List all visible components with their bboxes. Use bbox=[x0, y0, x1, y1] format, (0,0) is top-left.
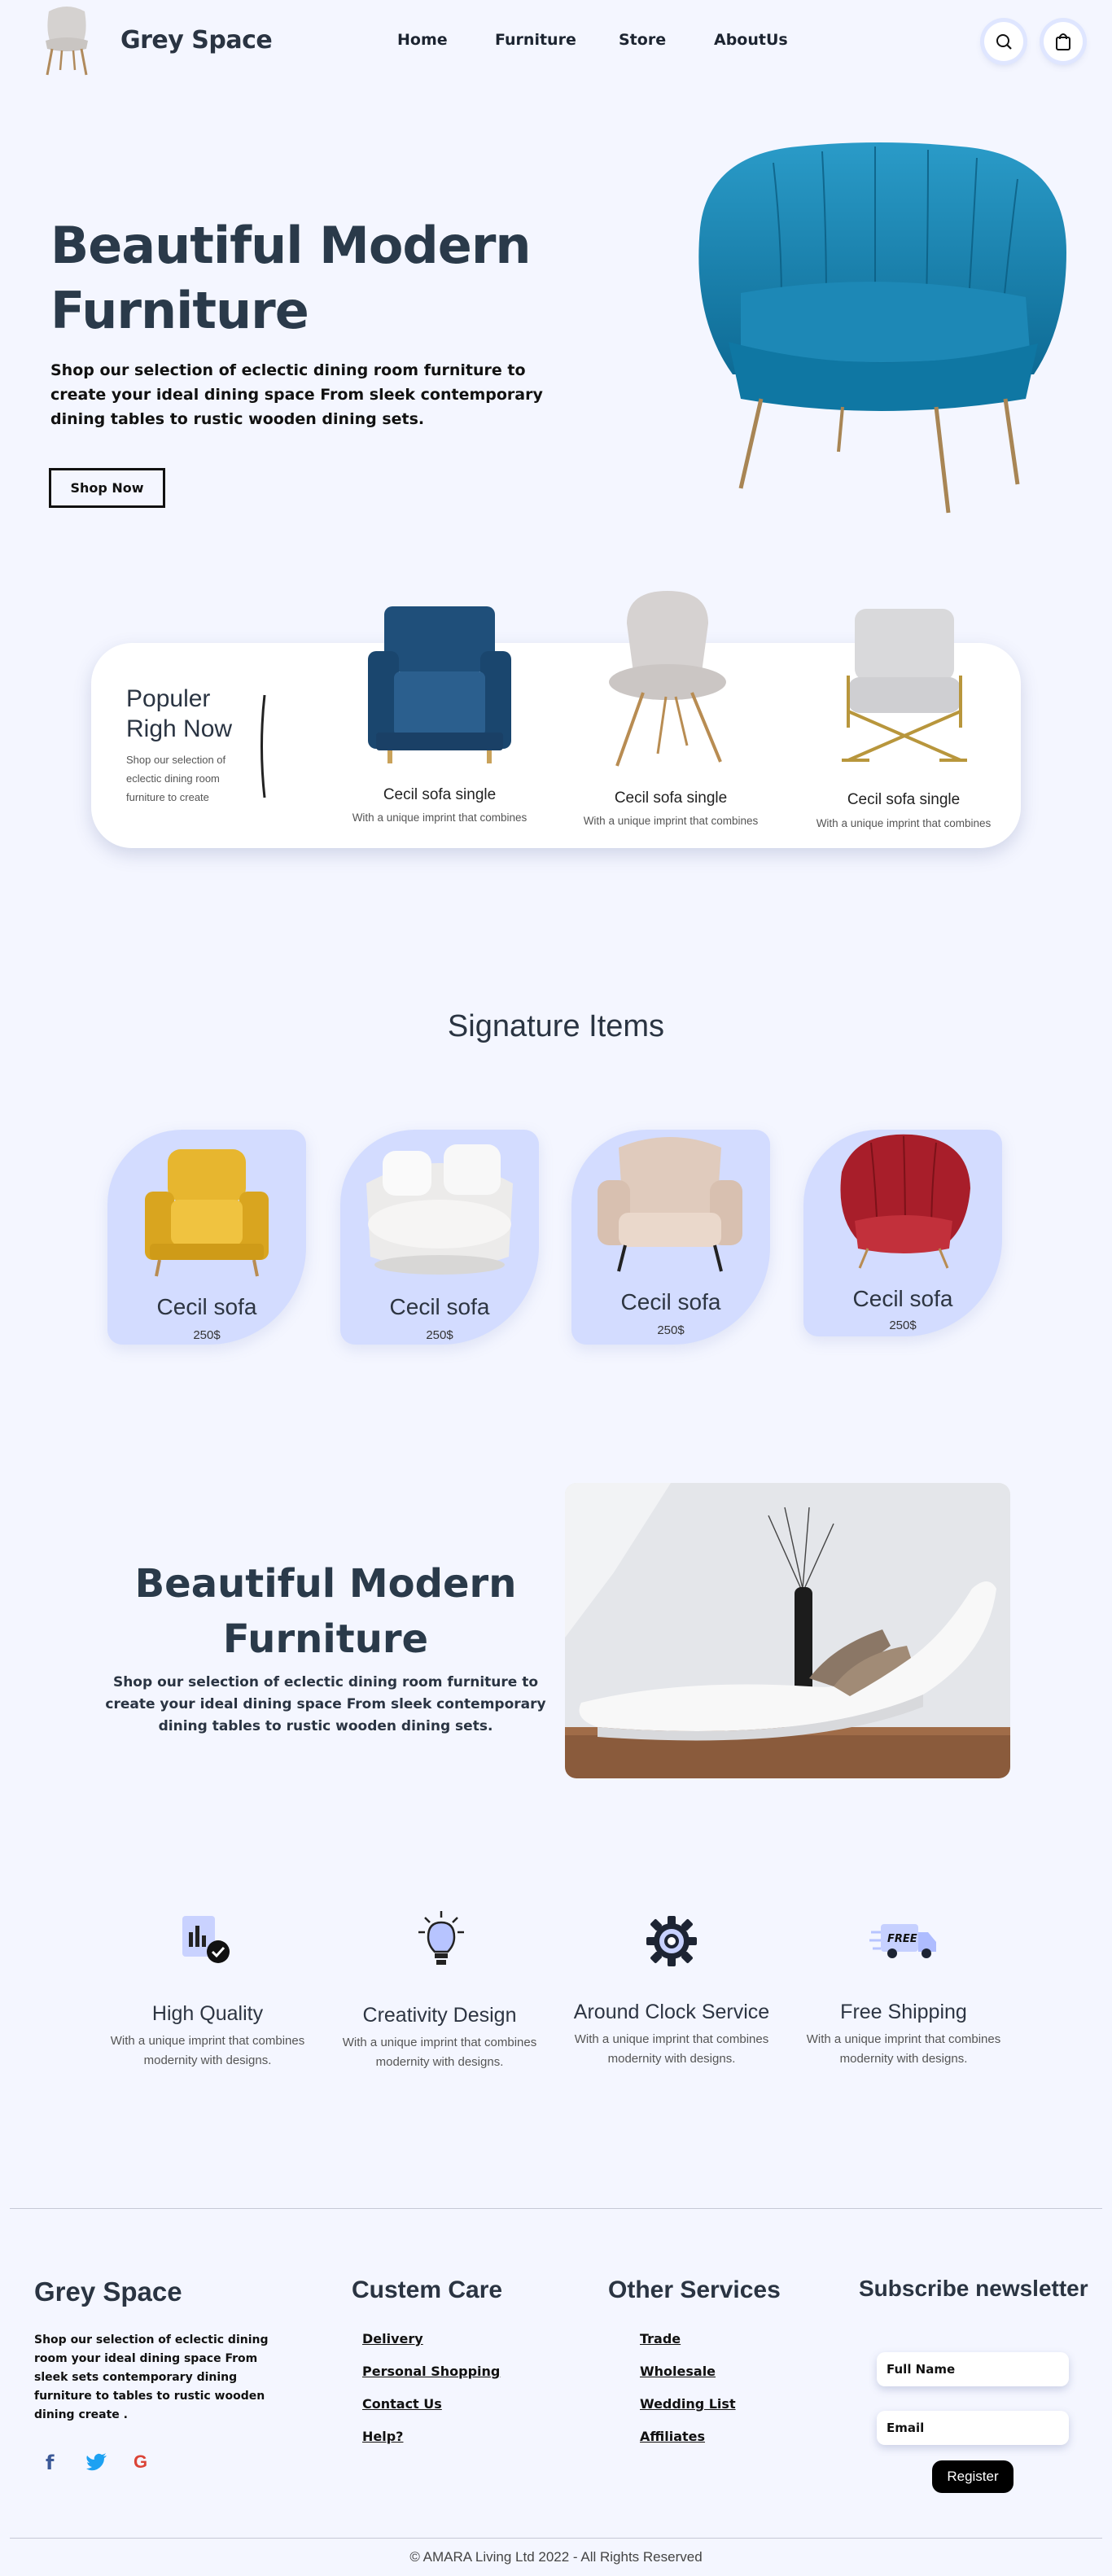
footer-brand: Grey Space bbox=[34, 2276, 182, 2307]
feature-desc: With a unique imprint that combines mode… bbox=[806, 2032, 1001, 2066]
nav-aboutus[interactable]: AboutUs bbox=[714, 31, 788, 49]
hero-armchair-image bbox=[684, 138, 1075, 521]
popular-item-image[interactable] bbox=[360, 602, 519, 765]
custem-care-heading: Custem Care bbox=[352, 2276, 503, 2303]
shop-now-button[interactable]: Shop Now bbox=[49, 468, 165, 508]
feature-desc: With a unique imprint that combines mode… bbox=[110, 2034, 305, 2067]
signature-heading: Signature Items bbox=[447, 1009, 665, 1043]
signature-item-price: 250$ bbox=[193, 1328, 221, 1342]
signature-item-name[interactable]: Cecil sofa bbox=[571, 1289, 770, 1315]
footer-link-contact-us[interactable]: Contact Us bbox=[362, 2396, 442, 2412]
feature-desc: With a unique imprint that combines mode… bbox=[574, 2032, 769, 2066]
footer-link-trade[interactable]: Trade bbox=[640, 2331, 681, 2346]
signature-item-name[interactable]: Cecil sofa bbox=[803, 1286, 1002, 1312]
truck-icon: FREE bbox=[869, 1921, 938, 1962]
footer-link-delivery[interactable]: Delivery bbox=[362, 2331, 423, 2346]
footer-link-help[interactable]: Help? bbox=[362, 2429, 403, 2444]
signature-item-name[interactable]: Cecil sofa bbox=[107, 1294, 306, 1320]
nav-home[interactable]: Home bbox=[397, 31, 448, 49]
feature-title: Around Clock Service bbox=[573, 2001, 770, 2023]
feature-desc: With a unique imprint that combines mode… bbox=[342, 2036, 537, 2069]
popular-item-image[interactable] bbox=[602, 591, 733, 770]
popular-item-name[interactable]: Cecil sofa single bbox=[798, 791, 1009, 809]
footer-link-wedding-list[interactable]: Wedding List bbox=[640, 2396, 736, 2412]
footer-link-personal-shopping[interactable]: Personal Shopping bbox=[362, 2364, 500, 2379]
promo-subtitle: Shop our selection of eclectic dining ro… bbox=[105, 1674, 546, 1734]
signature-item-price: 250$ bbox=[657, 1323, 685, 1337]
popular-item-desc: With a unique imprint that combines bbox=[816, 817, 992, 829]
footer-divider bbox=[10, 2208, 1102, 2209]
lightbulb-icon bbox=[417, 1909, 466, 1971]
feature-title: Creativity Design bbox=[362, 2004, 517, 2027]
free-badge-text: FREE bbox=[887, 1933, 917, 1945]
feature-title: High Quality bbox=[151, 2002, 264, 2025]
high-quality-icon bbox=[179, 1914, 234, 1965]
search-button[interactable] bbox=[984, 22, 1023, 61]
popular-item-desc: With a unique imprint that combines bbox=[352, 811, 528, 824]
promo-title: Beautiful Modern Furniture bbox=[134, 1561, 517, 1662]
nav-furniture[interactable]: Furniture bbox=[495, 31, 576, 49]
signature-item-price: 250$ bbox=[426, 1328, 453, 1342]
popular-title-line1: Populer bbox=[126, 685, 211, 712]
popular-item-image[interactable] bbox=[837, 606, 972, 765]
nav-store[interactable]: Store bbox=[619, 31, 666, 49]
popular-item-name[interactable]: Cecil sofa single bbox=[565, 789, 777, 807]
signature-item-image[interactable] bbox=[358, 1135, 521, 1277]
brand-name[interactable]: Grey Space bbox=[120, 26, 273, 55]
email-field[interactable] bbox=[877, 2411, 1069, 2445]
footer-link-affiliates[interactable]: Affiliates bbox=[640, 2429, 705, 2444]
google-icon[interactable]: G bbox=[134, 2451, 147, 2473]
signature-item-name[interactable]: Cecil sofa bbox=[340, 1294, 539, 1320]
shopping-bag-icon bbox=[1056, 33, 1070, 50]
footer-description: Shop our selection of eclectic dining ro… bbox=[34, 2333, 269, 2421]
signature-item-image[interactable] bbox=[830, 1131, 975, 1270]
copyright-divider bbox=[10, 2538, 1102, 2539]
twitter-icon[interactable] bbox=[86, 2453, 107, 2471]
facebook-icon[interactable]: f bbox=[46, 2451, 54, 2474]
copyright-text: © AMARA Living Ltd 2022 - All Rights Res… bbox=[409, 2549, 703, 2565]
hero-subtitle: Shop our selection of eclectic dining ro… bbox=[50, 361, 543, 428]
popular-description: Shop our selection of eclectic dining ro… bbox=[126, 754, 226, 803]
signature-item-price: 250$ bbox=[889, 1319, 917, 1332]
cart-button[interactable] bbox=[1044, 22, 1083, 61]
popular-title: Populer Righ Now bbox=[126, 684, 248, 744]
logo-chair-image[interactable] bbox=[37, 3, 96, 78]
popular-title-line2: Righ Now bbox=[126, 715, 233, 742]
search-icon bbox=[996, 34, 1012, 50]
other-services-heading: Other Services bbox=[608, 2276, 781, 2303]
hero-title: Beautiful Modern Furniture bbox=[50, 216, 532, 340]
register-button[interactable]: Register bbox=[932, 2460, 1013, 2493]
footer-link-wholesale[interactable]: Wholesale bbox=[640, 2364, 716, 2379]
popular-item-name[interactable]: Cecil sofa single bbox=[334, 786, 545, 804]
chaise-lounge-image bbox=[565, 1483, 1010, 1778]
divider-curve bbox=[259, 693, 267, 799]
popular-item-desc: With a unique imprint that combines bbox=[583, 815, 759, 827]
signature-item-image[interactable] bbox=[140, 1146, 274, 1279]
gear-icon bbox=[645, 1914, 698, 1968]
signature-item-image[interactable] bbox=[594, 1131, 746, 1274]
full-name-field[interactable] bbox=[877, 2352, 1069, 2386]
newsletter-heading: Subscribe newsletter bbox=[859, 2276, 1088, 2301]
feature-title: Free Shipping bbox=[840, 2001, 967, 2023]
